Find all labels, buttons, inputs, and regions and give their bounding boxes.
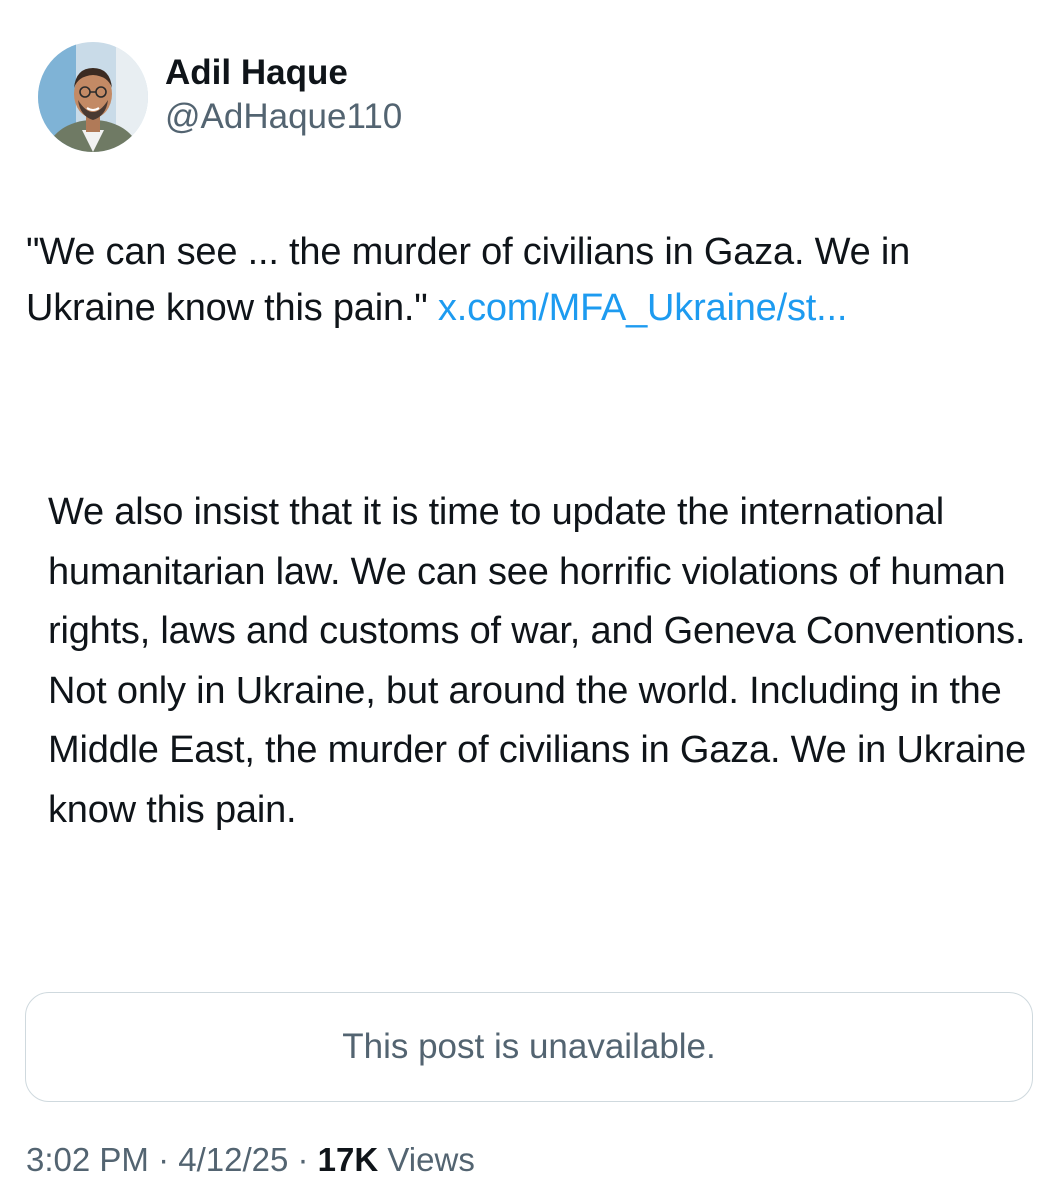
tweet-date[interactable]: 4/12/25 <box>178 1141 288 1178</box>
tweet-link[interactable]: x.com/MFA_Ukraine/st... <box>438 287 847 329</box>
author-names: Adil Haque @AdHaque110 <box>165 51 402 139</box>
tweet-meta: 3:02 PM · 4/12/25 · 17K Views <box>26 1138 475 1182</box>
author-handle[interactable]: @AdHaque110 <box>165 95 402 139</box>
views-count[interactable]: 17K <box>318 1141 379 1178</box>
tweet-time[interactable]: 3:02 PM <box>26 1141 149 1178</box>
unavailable-post-card: This post is unavailable. <box>25 992 1033 1102</box>
meta-separator: · <box>148 1141 179 1178</box>
quoted-statement-text: We also insist that it is time to update… <box>48 491 1027 831</box>
meta-separator: · <box>288 1141 318 1178</box>
tweet-text: "We can see ... the murder of civilians … <box>26 224 1046 336</box>
avatar[interactable] <box>38 42 148 152</box>
views-label: Views <box>378 1141 475 1178</box>
avatar-image <box>38 42 148 152</box>
tweet-header: Adil Haque @AdHaque110 <box>38 42 402 152</box>
unavailable-message: This post is unavailable. <box>342 1027 716 1066</box>
author-display-name[interactable]: Adil Haque <box>165 51 402 95</box>
